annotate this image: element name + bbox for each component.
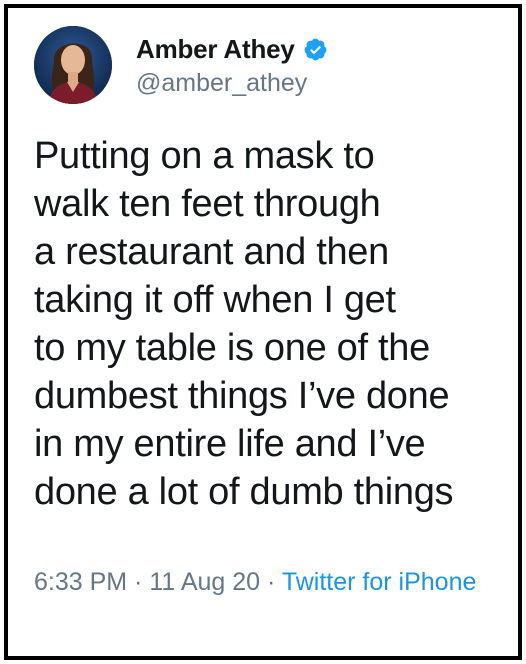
- tweet-time[interactable]: 6:33 PM: [34, 568, 127, 596]
- verified-badge-icon: [303, 37, 328, 62]
- tweet-meta: 6:33 PM · 11 Aug 20 · Twitter for iPhone: [34, 565, 494, 600]
- author-block: Amber Athey @amber_athey: [136, 34, 328, 98]
- handle[interactable]: @amber_athey: [136, 69, 328, 98]
- avatar[interactable]: [34, 26, 112, 104]
- display-name[interactable]: Amber Athey: [136, 34, 295, 65]
- meta-separator: ·: [260, 568, 282, 596]
- profile-photo-icon: [34, 26, 112, 104]
- tweet-source-link[interactable]: Twitter for iPhone: [282, 568, 477, 596]
- tweet-header: Amber Athey @amber_athey: [34, 24, 504, 110]
- tweet-date[interactable]: 11 Aug 20: [149, 568, 260, 596]
- tweet-text: Putting on a mask to walk ten feet throu…: [34, 135, 454, 513]
- tweet-card: Amber Athey @amber_athey Putting on a ma…: [4, 4, 522, 660]
- meta-separator: ·: [127, 568, 150, 596]
- name-row: Amber Athey: [136, 34, 328, 65]
